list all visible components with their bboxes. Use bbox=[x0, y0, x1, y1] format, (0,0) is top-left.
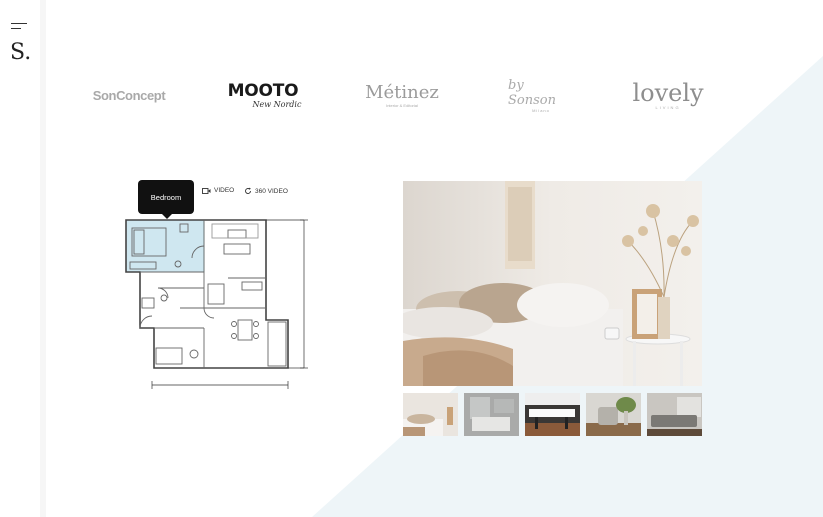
armchair-thumb-image bbox=[586, 393, 641, 436]
hamburger-menu-icon[interactable] bbox=[11, 21, 27, 31]
thumbnail-living-room[interactable] bbox=[647, 393, 702, 436]
partner-logos: SonConcept MOOTO New Nordic Métinez Inte… bbox=[46, 70, 823, 120]
thumbnail-strip bbox=[403, 393, 702, 436]
logo-sub: LIVING bbox=[655, 104, 681, 110]
logo-lovely[interactable]: lovely LIVING bbox=[632, 70, 704, 120]
thumbnail-kitchen[interactable] bbox=[525, 393, 580, 436]
logo-name: lovely bbox=[632, 78, 704, 107]
bedroom-photo[interactable] bbox=[403, 181, 702, 386]
floorplan-drawing[interactable] bbox=[120, 178, 320, 398]
thumbnail-armchair[interactable] bbox=[586, 393, 641, 436]
bathroom-thumb-image bbox=[464, 393, 519, 436]
logo-name: Métinez bbox=[365, 81, 439, 103]
logo-sub: Milano bbox=[532, 107, 550, 113]
logo-bysonson[interactable]: by Sonson Milano bbox=[508, 70, 574, 120]
thumbnail-bathroom[interactable] bbox=[464, 393, 519, 436]
logo-mooto[interactable]: MOOTO New Nordic bbox=[220, 70, 306, 120]
bedroom-thumb-image bbox=[403, 393, 458, 436]
kitchen-thumb-image bbox=[525, 393, 580, 436]
logo-sub: New Nordic bbox=[252, 99, 302, 109]
logo-name: by Sonson bbox=[508, 77, 556, 108]
logo-metinez[interactable]: Métinez Interior & Editorial bbox=[364, 70, 440, 120]
brand-logo[interactable]: S. bbox=[10, 40, 31, 65]
floorplan-section: Bedroom VIDEO 360 VIDEO bbox=[120, 178, 320, 398]
bedroom-photo-image bbox=[403, 181, 702, 386]
living-room-thumb-image bbox=[647, 393, 702, 436]
logo-sonconcept[interactable]: SonConcept bbox=[91, 70, 167, 120]
sidebar: S. bbox=[0, 0, 46, 517]
logo-sub: Interior & Editorial bbox=[386, 102, 418, 108]
logo-name: MOOTO bbox=[227, 80, 299, 101]
thumbnail-bedroom[interactable] bbox=[403, 393, 458, 436]
logo-name: SonConcept bbox=[92, 87, 166, 103]
